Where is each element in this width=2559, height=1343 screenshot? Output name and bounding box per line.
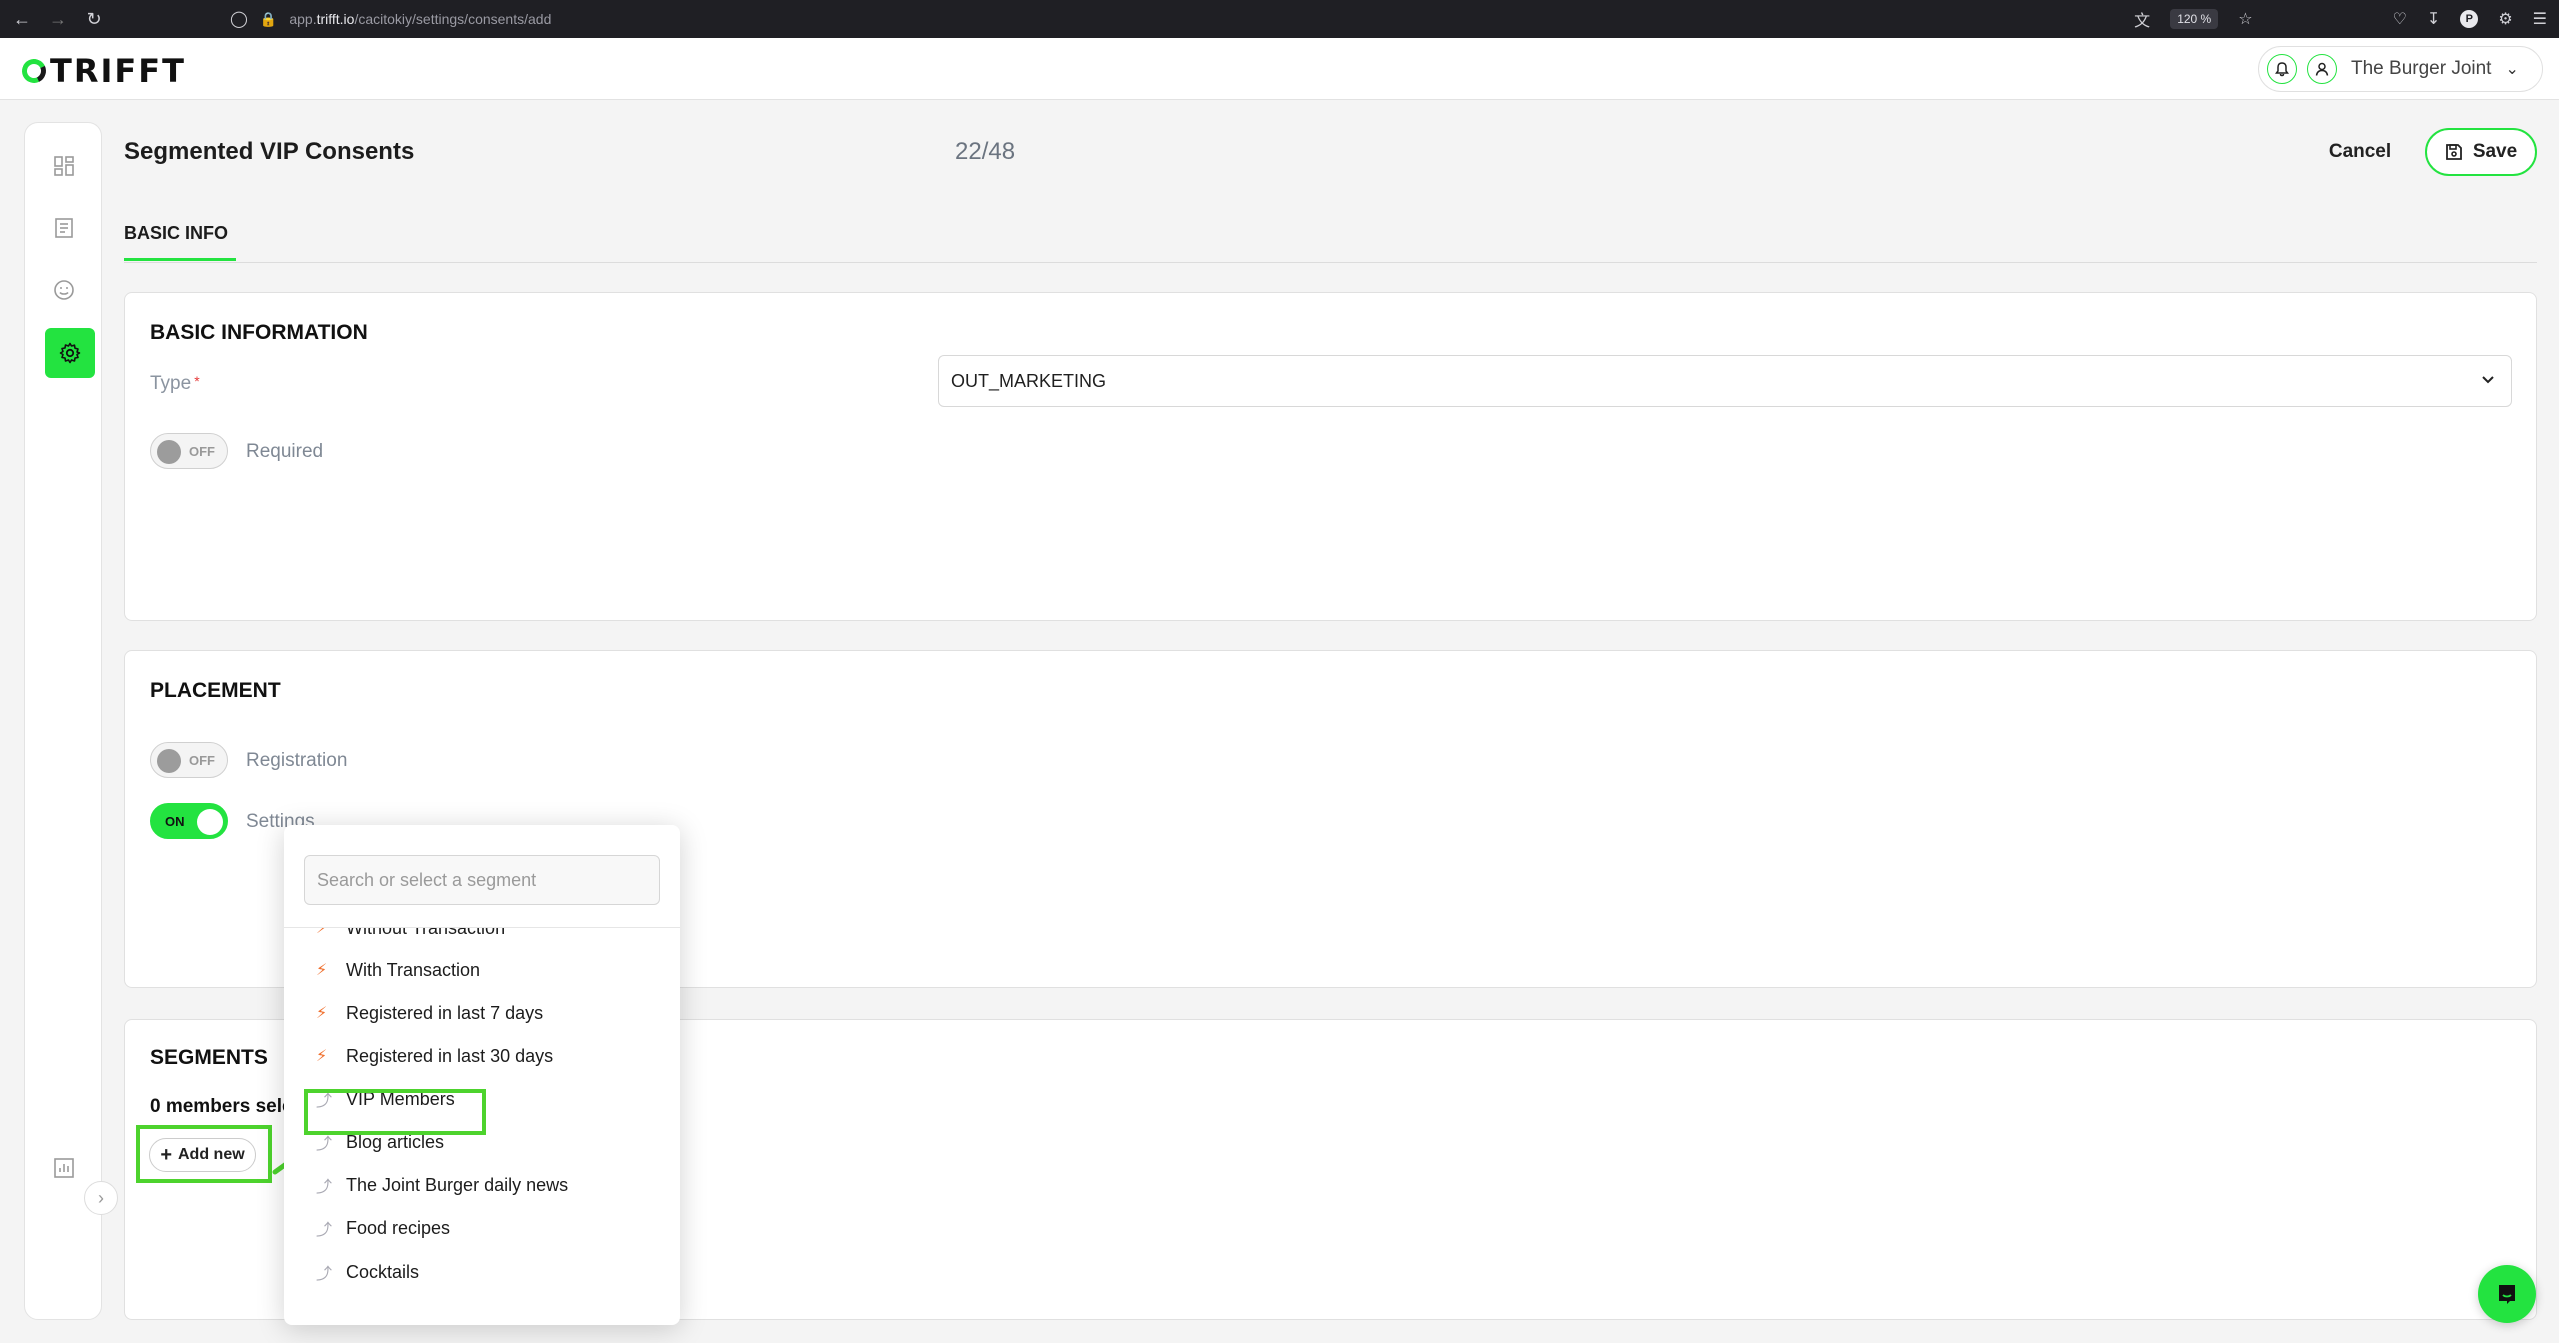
lock-icon: 🔒 [259, 10, 278, 27]
required-asterisk: * [194, 373, 200, 389]
reload-icon[interactable]: ↻ [80, 5, 108, 33]
document-icon[interactable] [45, 209, 83, 247]
section-title: SEGMENTS [150, 1046, 268, 1069]
segment-item[interactable]: ⚡ With Transaction [284, 952, 680, 988]
save-button[interactable]: Save [2425, 128, 2537, 176]
chat-icon [2499, 1285, 2515, 1304]
segment-item[interactable]: ⤴ Food recipes [284, 1210, 680, 1246]
bell-icon[interactable] [2267, 54, 2297, 84]
lightning-icon: ⚡ [316, 928, 328, 937]
chevron-down-icon [2479, 370, 2497, 393]
app-header: TRIFFT The Burger Joint ⌄ [0, 38, 2559, 100]
segment-item[interactable]: ⤴ Cocktails [284, 1254, 680, 1290]
registration-label: Registration [246, 750, 348, 771]
report-chart-icon[interactable] [45, 1149, 83, 1187]
pin-icon: ⤴ [316, 1222, 333, 1239]
url-text: app.trifft.io/cacitokiy/settings/consent… [289, 11, 552, 27]
segment-item[interactable]: ⤴ Blog articles [284, 1124, 680, 1160]
character-counter: 22/48 [955, 138, 1016, 165]
segment-list[interactable]: ⚡Without Transaction ⚡With Transaction ⚡… [284, 928, 680, 1325]
section-title: BASIC INFORMATION [150, 321, 368, 344]
zoom-level[interactable]: 120 % [2170, 9, 2219, 29]
add-new-highlight: + Add new [136, 1125, 272, 1183]
settings-toggle[interactable]: ON [150, 803, 228, 839]
plus-icon: + [160, 1143, 172, 1166]
pin-icon: ⤴ [316, 1136, 333, 1153]
segment-item[interactable]: ⤴ The Joint Burger daily news [284, 1167, 680, 1203]
required-toggle[interactable]: OFF [150, 433, 228, 469]
translate-icon[interactable]: 文 [2134, 7, 2150, 31]
logo-mark-icon [18, 55, 50, 87]
floppy-disk-icon [2445, 144, 2462, 160]
section-title: PLACEMENT [150, 679, 281, 702]
pin-icon: ⤴ [316, 1179, 333, 1196]
members-selected-text: 0 members sele [150, 1096, 293, 1117]
extensions-icon[interactable]: ⚙ [2498, 9, 2512, 29]
lightning-icon: ⚡ [316, 962, 328, 979]
trifft-logo[interactable]: TRIFFT [18, 52, 186, 90]
page-title: Segmented VIP Consents [124, 138, 415, 165]
settings-gear-icon[interactable] [45, 328, 95, 378]
pocket-icon[interactable]: ♡ [2393, 9, 2407, 29]
left-sidebar [24, 122, 102, 1320]
segment-search-input[interactable] [304, 855, 660, 905]
pin-icon: ⤴ [316, 1093, 333, 1110]
sidebar-expand-chevron-icon[interactable]: › [84, 1181, 118, 1215]
account-switcher[interactable]: The Burger Joint ⌄ [2258, 46, 2543, 92]
add-new-button[interactable]: + Add new [149, 1138, 256, 1172]
type-label: Type * [150, 373, 200, 394]
shield-icon: ◯ [230, 11, 248, 28]
tab-basic-info[interactable]: BASIC INFO [124, 223, 236, 261]
basic-information-card: BASIC INFORMATION Type * OUT_MARKETING OF… [124, 292, 2537, 621]
address-bar[interactable]: ◯ 🔒 app.trifft.io/cacitokiy/settings/con… [230, 4, 2220, 34]
forward-icon[interactable]: → [44, 5, 72, 33]
segment-dropdown: ⚡Without Transaction ⚡With Transaction ⚡… [284, 825, 680, 1325]
registration-toggle[interactable]: OFF [150, 742, 228, 778]
segment-item[interactable]: ⚡Without Transaction [284, 928, 680, 946]
dashboard-icon[interactable] [45, 147, 83, 185]
lightning-icon: ⚡ [316, 1048, 328, 1065]
download-icon[interactable]: ↧ [2427, 9, 2440, 29]
pin-icon: ⤴ [316, 1266, 333, 1283]
smiley-icon[interactable] [45, 271, 83, 309]
browser-toolbar: ← → ↻ ◯ 🔒 app.trifft.io/cacitokiy/settin… [0, 0, 2559, 38]
segment-item[interactable]: ⚡ Registered in last 7 days [284, 995, 680, 1031]
user-icon[interactable] [2307, 54, 2337, 84]
cancel-button[interactable]: Cancel [2310, 128, 2410, 176]
back-icon[interactable]: ← [8, 5, 36, 33]
tab-bar: BASIC INFO [124, 205, 2537, 263]
profile-icon[interactable]: P [2460, 10, 2479, 28]
menu-icon[interactable]: ☰ [2533, 9, 2547, 29]
segment-item[interactable]: ⚡ Registered in last 30 days [284, 1038, 680, 1074]
chevron-down-icon: ⌄ [2505, 61, 2519, 78]
type-select[interactable]: OUT_MARKETING [938, 355, 2512, 407]
segment-item-vip-members[interactable]: ⤴ VIP Members [284, 1081, 680, 1117]
account-name: The Burger Joint [2351, 58, 2492, 79]
lightning-icon: ⚡ [316, 1005, 328, 1022]
required-label: Required [246, 441, 324, 462]
bookmark-star-icon[interactable]: ☆ [2238, 9, 2252, 29]
chat-support-button[interactable] [2478, 1265, 2536, 1323]
